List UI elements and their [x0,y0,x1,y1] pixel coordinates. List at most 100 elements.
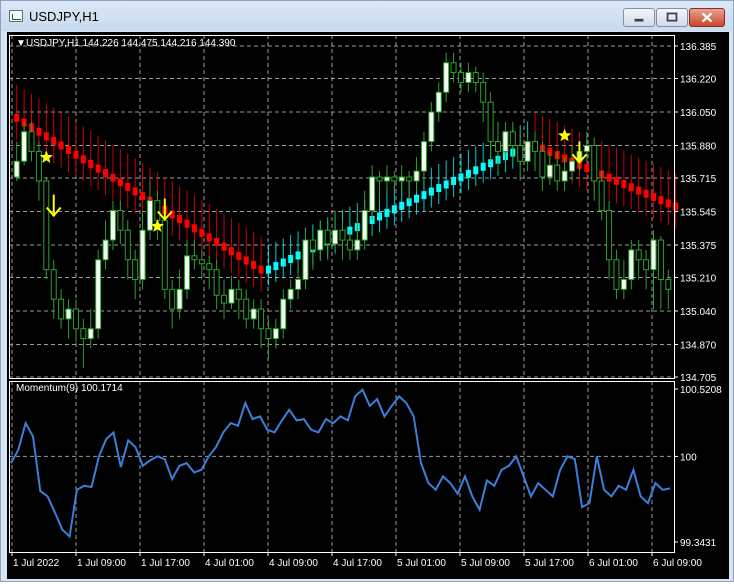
trend-block [243,256,249,265]
time-label: 1 Jul 09:00 [77,558,126,569]
candle-body [554,164,561,182]
candle-body [487,101,494,143]
candle-body [376,176,383,182]
price-label: 134.870 [680,340,717,351]
candle-body [317,229,324,251]
chart-canvas[interactable]: ▼ USDJPY,H1 144.226 144.475 144.216 144.… [7,32,729,579]
trend-block [650,192,656,201]
candle-body [109,210,116,241]
maximize-icon [666,12,678,22]
time-label: 5 Jul 09:00 [461,558,510,569]
trend-block [132,187,138,196]
candle-body [502,131,509,152]
candle-body [665,278,672,290]
candle-body [628,249,635,280]
title-bar[interactable]: USDJPY,H1 [1,1,733,31]
candle-body [569,160,576,172]
trend-block [199,228,205,237]
candle-body [546,164,553,178]
time-label: 4 Jul 01:00 [205,558,254,569]
trend-block [214,238,220,247]
indicator-label: 99.3431 [680,538,717,549]
trend-block [251,261,257,270]
trend-block [191,224,197,233]
close-icon [701,12,713,23]
trend-block [280,258,286,267]
minimize-button[interactable] [623,8,655,27]
trend-block [228,247,234,256]
trend-block [458,173,464,182]
trend-block [140,192,146,201]
candle-body [339,229,346,241]
candle-body [50,269,57,300]
price-label: 136.385 [680,42,717,53]
trend-block [436,184,442,193]
trend-line [14,84,679,292]
candle-body [635,249,642,261]
momentum-label: Momentum(9) 100.1714 [16,383,123,394]
candle-body [169,288,176,310]
price-label: 135.715 [680,174,717,185]
candle-body [198,259,205,265]
trend-block [451,176,457,185]
candle-body [324,229,331,245]
candle-body [65,308,72,320]
trend-block [43,132,49,141]
candle-body [346,239,353,251]
trend-block [221,242,227,251]
price-axis[interactable]: 136.385 136.220 136.050 135.880 135.715 135.5… [674,42,717,384]
grid [9,35,674,552]
candle-body [265,328,272,340]
candle-body [21,131,28,162]
candle-body [391,176,398,182]
indicator-label: 100.5208 [680,385,722,396]
trend-block [613,176,619,185]
trend-block [658,196,664,205]
candle-body [139,229,146,280]
candle-body [250,308,257,320]
trend-block [66,146,72,155]
trend-block [480,162,486,171]
symbol-header: USDJPY,H1 144.226 144.475 144.216 144.39… [26,38,236,49]
time-label: 6 Jul 09:00 [653,558,702,569]
trend-block [177,215,183,224]
chart-area[interactable]: ▼ USDJPY,H1 144.226 144.475 144.216 144.… [7,32,729,579]
maximize-button[interactable] [656,8,688,27]
candle-body [184,255,191,290]
candle-body [443,62,450,93]
time-axis[interactable]: 1 Jul 2022 1 Jul 09:00 1 Jul 17:00 4 Jul 01… [11,552,702,569]
candle-body [435,91,442,113]
candle-body [606,210,613,261]
close-button[interactable] [689,8,725,27]
candle-body [161,219,168,290]
trend-block [643,189,649,198]
trend-block [80,155,86,164]
trend-block [51,136,57,145]
candle-body [539,150,546,178]
candle-body [58,298,65,320]
trend-block [206,233,212,242]
trend-block [184,219,190,228]
candle-body [72,308,79,330]
trend-block [636,186,642,195]
trend-block [665,199,671,208]
chart-window: USDJPY,H1 ▼ USDJPY,H1 144.226 144.475 14… [0,0,734,582]
candle-body [598,180,605,212]
trend-block [273,262,279,271]
time-label: 6 Jul 01:00 [589,558,638,569]
price-label: 135.545 [680,208,717,219]
candle-body [354,239,361,251]
trend-block [473,166,479,175]
header-arrow[interactable]: ▼ [16,38,26,49]
candle-body [413,170,420,182]
trend-block [95,164,101,173]
candle-body [102,239,109,261]
trend-block [606,173,612,182]
candle-body [657,239,664,280]
trend-block [621,180,627,189]
trend-block [258,265,264,274]
trend-block [421,191,427,200]
candle-body [332,229,339,245]
trend-block [125,182,131,191]
candle-body [191,255,198,261]
